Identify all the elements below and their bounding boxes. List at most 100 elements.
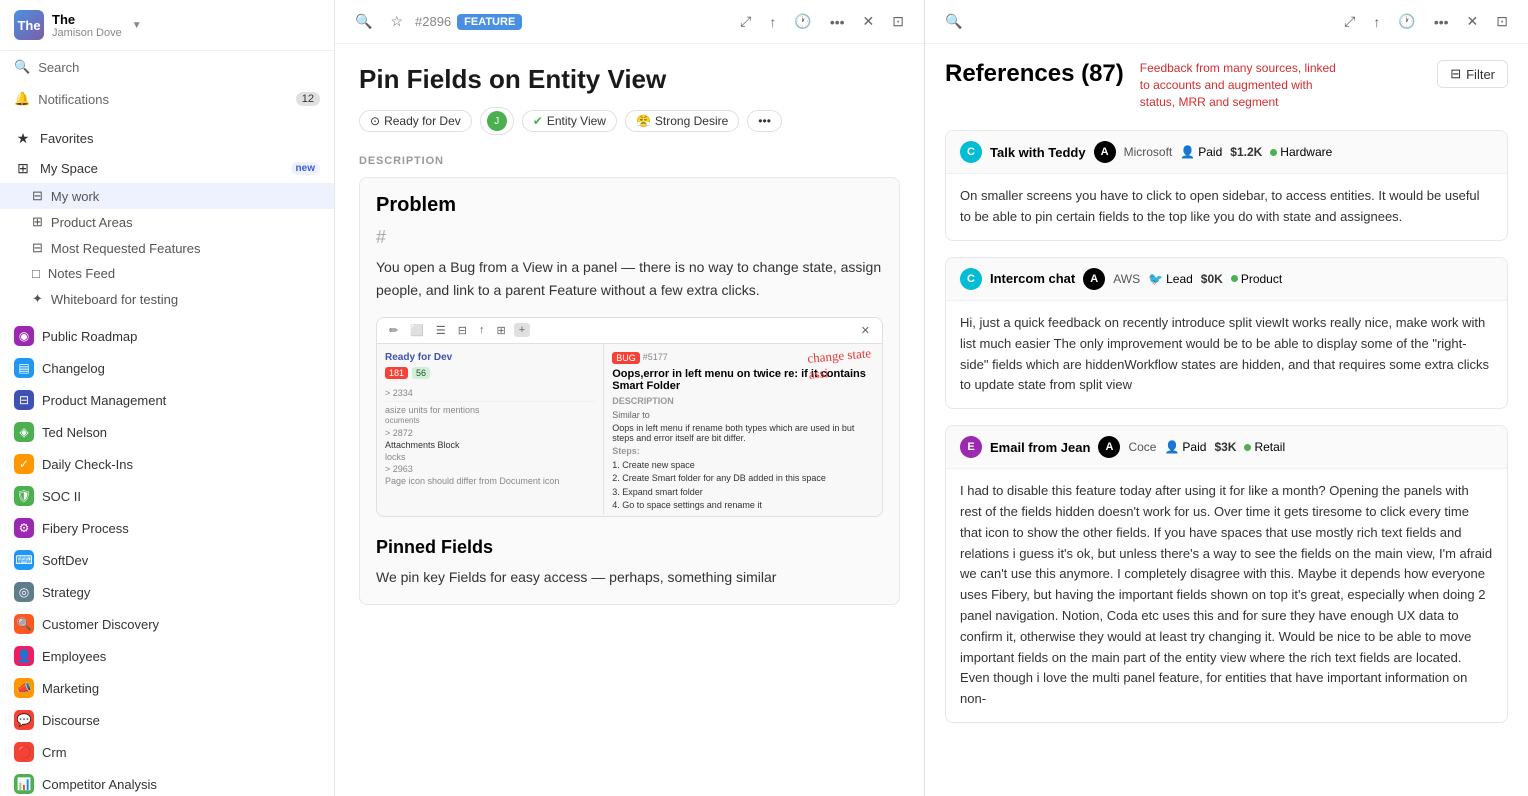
sc-number-icon[interactable]: ↑ [475, 322, 489, 338]
notifications-label: Notifications [38, 92, 109, 107]
sidebar-item-favorites[interactable]: ★ Favorites [0, 123, 334, 153]
sc-filter-icon[interactable]: ⊟ [454, 322, 471, 339]
sidebar-item-daily-checkins[interactable]: ✓ Daily Check-Ins [0, 448, 334, 480]
sidebar-item-customer-discovery[interactable]: 🔍 Customer Discovery [0, 608, 334, 640]
sidebar-label-fibery-process: Fibery Process [42, 521, 129, 536]
ref-card-body-3: I had to disable this feature today afte… [946, 469, 1507, 722]
tag-more[interactable]: ••• [747, 110, 782, 132]
ref-source-name-2: Intercom chat [990, 271, 1075, 286]
most-requested-icon: ⊟ [32, 240, 43, 256]
sidebar-item-changelog[interactable]: ▤ Changelog [0, 352, 334, 384]
sidebar-item-fibery-process[interactable]: ⚙ Fibery Process [0, 512, 334, 544]
tag-avatar[interactable]: J [480, 107, 514, 135]
sidebar-item-softdev[interactable]: ⌨ SoftDev [0, 544, 334, 576]
sc-add-icon[interactable]: + [514, 323, 530, 337]
tag-entity-view[interactable]: ✔ Entity View [522, 110, 617, 132]
sidebar-item-competitor-analysis[interactable]: 📊 Competitor Analysis [0, 768, 334, 796]
filter-button[interactable]: ⊟ Filter [1437, 60, 1508, 88]
close-btn[interactable]: ✕ [857, 9, 881, 34]
notifications-icon: 🔔 [14, 91, 30, 107]
segment-dot-1 [1270, 149, 1277, 156]
sidebar-label-strategy: Strategy [42, 585, 90, 600]
sidebar-item-crm[interactable]: 🔴 Crm [0, 736, 334, 768]
sc-list-icon[interactable]: ☰ [432, 322, 450, 339]
feature-badge: FEATURE [457, 14, 522, 30]
ref-mrr-3: $3K [1214, 440, 1236, 454]
sidebar-item-whiteboard[interactable]: ✦ Whiteboard for testing [0, 286, 334, 312]
sidebar-label-whiteboard: Whiteboard for testing [51, 292, 178, 307]
sc-group-icon[interactable]: ⊞ [493, 322, 510, 339]
description-label: DESCRIPTION [359, 155, 900, 167]
search-toolbar-btn[interactable]: 🔍 [349, 9, 378, 34]
right-history-btn[interactable]: 🕐 [1392, 9, 1421, 34]
workspace-caret-icon[interactable]: ▼ [132, 20, 142, 31]
problem-text: You open a Bug from a View in a panel — … [376, 256, 883, 301]
sidebar-label-my-work: My work [51, 189, 99, 204]
left-panel-toolbar: 🔍 ☆ #2896 FEATURE ⤢ ↑ 🕐 ••• ✕ ⊡ [335, 0, 924, 44]
references-header: References (87) Feedback from many sourc… [945, 60, 1508, 110]
sidebar-item-product-management[interactable]: ⊟ Product Management [0, 384, 334, 416]
workspace-logo[interactable]: The [14, 10, 44, 40]
sidebar-item-marketing[interactable]: 📣 Marketing [0, 672, 334, 704]
sidebar-item-product-areas[interactable]: ⊞ Product Areas [0, 209, 334, 235]
sidebar-notifications[interactable]: 🔔 Notifications 12 [0, 83, 334, 115]
screenshot-toolbar: ✏ ⬜ ☰ ⊟ ↑ ⊞ + ✕ [377, 318, 882, 344]
history-btn[interactable]: 🕐 [788, 9, 817, 34]
right-search-btn[interactable]: 🔍 [939, 9, 968, 34]
sidebar-item-soc-ii[interactable]: 🛡 SOC II [0, 480, 334, 512]
whiteboard-icon: ✦ [32, 291, 43, 307]
right-expand-btn[interactable]: ⤢ [1338, 9, 1361, 34]
crm-icon: 🔴 [14, 742, 34, 762]
workspace-user: Jamison Dove [52, 27, 122, 39]
ref-tier-2: 🐦 Lead [1148, 272, 1193, 286]
sidebar-item-my-work[interactable]: ⊟ My work [0, 183, 334, 209]
sidebar-item-public-roadmap[interactable]: ◉ Public Roadmap [0, 320, 334, 352]
ted-nelson-icon: ◈ [14, 422, 34, 442]
sidebar-item-employees[interactable]: 👤 Employees [0, 640, 334, 672]
sidebar-item-strategy[interactable]: ◎ Strategy [0, 576, 334, 608]
panel-left: 🔍 ☆ #2896 FEATURE ⤢ ↑ 🕐 ••• ✕ ⊡ Pin Fiel… [335, 0, 925, 796]
sidebar-label-marketing: Marketing [42, 681, 99, 696]
ref-tier-1: 👤 Paid [1180, 145, 1222, 159]
sidebar-label-ted-nelson: Ted Nelson [42, 425, 107, 440]
more-btn[interactable]: ••• [824, 10, 851, 34]
tag-ready-for-dev[interactable]: ⊙ Ready for Dev [359, 110, 472, 132]
ref-company-avatar-2: A [1083, 268, 1105, 290]
competitor-analysis-icon: 📊 [14, 774, 34, 794]
strategy-icon: ◎ [14, 582, 34, 602]
tag-label-ready: Ready for Dev [384, 114, 461, 128]
sidebar-item-most-requested[interactable]: ⊟ Most Requested Features [0, 235, 334, 261]
sidebar-item-notes-feed[interactable]: □ Notes Feed [0, 261, 334, 286]
right-close-btn[interactable]: ✕ [1461, 9, 1485, 34]
reference-card-3: E Email from Jean A Coce 👤 Paid $3K Reta… [945, 425, 1508, 723]
item-title: Pin Fields on Entity View [359, 64, 900, 95]
sc-close-icon[interactable]: ✕ [857, 322, 874, 339]
references-title: References (87) [945, 60, 1124, 88]
star-toolbar-btn[interactable]: ☆ [384, 9, 409, 34]
sidebar-label-soc-ii: SOC II [42, 489, 81, 504]
sidebar-label-product-areas: Product Areas [51, 215, 133, 230]
sidebar-item-discourse[interactable]: 💬 Discourse [0, 704, 334, 736]
right-more-btn[interactable]: ••• [1428, 10, 1455, 34]
sidebar-item-my-space[interactable]: ⊞ My Space new [0, 153, 334, 183]
share-btn[interactable]: ↑ [763, 10, 782, 34]
sc-edit-icon[interactable]: ✏ [385, 322, 402, 339]
search-label: Search [38, 60, 79, 75]
changelog-icon: ▤ [14, 358, 34, 378]
tag-label-entity: Entity View [547, 114, 606, 128]
right-share-btn[interactable]: ↑ [1367, 10, 1386, 34]
right-split-btn[interactable]: ⊡ [1490, 9, 1514, 34]
screenshot-body: Ready for Dev 181 56 > 2334 asize units … [377, 344, 882, 514]
expand-btn[interactable]: ⤢ [734, 9, 757, 34]
sidebar-item-ted-nelson[interactable]: ◈ Ted Nelson [0, 416, 334, 448]
ref-company-1: Microsoft [1124, 145, 1173, 159]
sidebar-label-daily-checkins: Daily Check-Ins [42, 457, 133, 472]
ref-card-header-1: C Talk with Teddy A Microsoft 👤 Paid $1.… [946, 131, 1507, 174]
sc-frame-icon[interactable]: ⬜ [406, 322, 428, 339]
sc-green-count: 56 [412, 367, 430, 379]
tag-strong-desire[interactable]: 😤 Strong Desire [625, 110, 739, 132]
ref-avatar-1: C [960, 141, 982, 163]
sidebar-search[interactable]: 🔍 Search [0, 51, 334, 83]
split-btn[interactable]: ⊡ [886, 9, 910, 34]
ref-card-body-1: On smaller screens you have to click to … [946, 174, 1507, 240]
